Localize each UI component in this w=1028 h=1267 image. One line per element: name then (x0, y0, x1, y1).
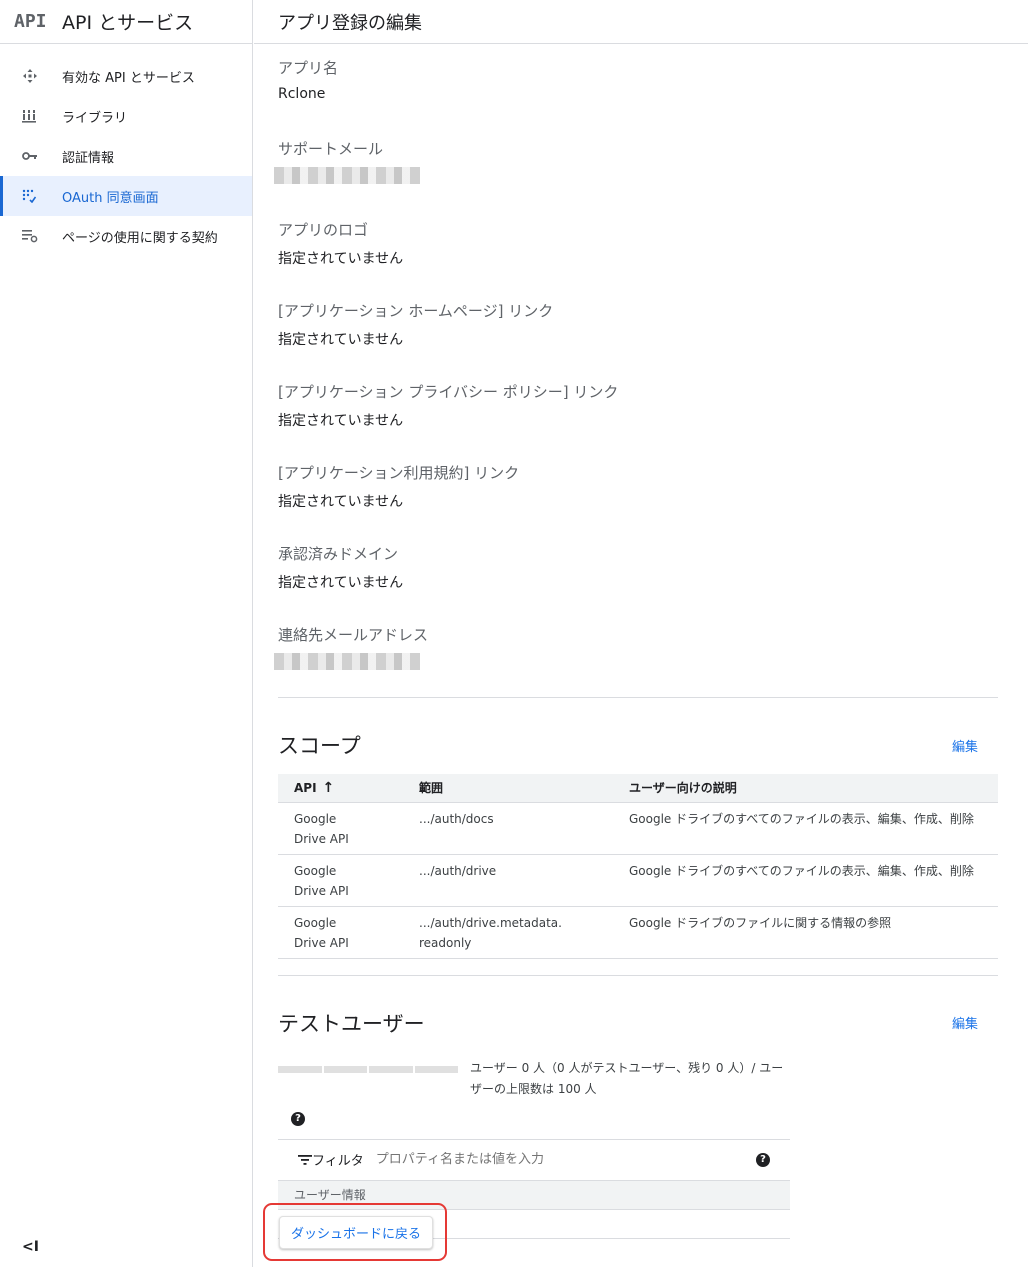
scope-value: .../auth/docs (403, 802, 613, 855)
field-value: Rclone (278, 86, 326, 102)
field-value: 指定されていません (278, 575, 404, 591)
test-users-header: テストユーザー 編集 (278, 1008, 998, 1038)
sidebar-item-label: ページの使用に関する契約 (62, 230, 218, 246)
scopes-edit-link[interactable]: 編集 (952, 736, 978, 755)
scope-description: Google ドライブのすべてのファイルの表示、編集、作成、削除 (613, 854, 998, 907)
redacted-email (274, 653, 420, 670)
apis-icon (22, 68, 62, 84)
sidebar-item-label: 認証情報 (62, 150, 115, 166)
sidebar-item-page-usage-agreements[interactable]: ページの使用に関する契約 (0, 216, 252, 256)
settings-list-icon (22, 229, 62, 243)
table-row: Google Drive API .../auth/drive.metadata… (278, 906, 998, 959)
scopes-table: API ↑ 範囲 ユーザー向けの説明 Google Drive API .../a… (278, 774, 998, 959)
app-registration-details: アプリ名 Rclone サポートメール アプリのロゴ 指定されていません [アプ… (254, 57, 1022, 1239)
library-icon (22, 109, 62, 123)
main-panel: アプリ登録の編集 アプリ名 Rclone サポートメール アプリのロゴ 指定され… (254, 0, 1028, 1267)
column-header-scope: 範囲 (403, 774, 613, 803)
scope-api: Google Drive API (278, 802, 403, 855)
sort-arrow-up-icon: ↑ (322, 779, 335, 796)
sidebar: API API とサービス 有効な API とサービス ライブラリ 認証情報 O… (0, 0, 253, 1267)
api-logo[interactable]: API (14, 11, 62, 32)
sidebar-nav: 有効な API とサービス ライブラリ 認証情報 OAuth 同意画面 ページの… (0, 44, 252, 256)
collapse-icon[interactable]: <I (22, 1239, 39, 1255)
filter-label: フィルタ (312, 1154, 364, 1169)
sidebar-item-enabled-apis[interactable]: 有効な API とサービス (0, 56, 252, 96)
user-count-text: ユーザー 0 人（0 人がテストユーザー、残り 0 人）/ ユーザーの上限数は … (470, 1060, 784, 1096)
back-button-highlight: ダッシュボードに戻る (263, 1203, 447, 1261)
filter-button[interactable]: フィルタ (298, 1150, 364, 1169)
scope-api: Google Drive API (278, 906, 403, 959)
field-value: 指定されていません (278, 332, 404, 348)
table-row: Google Drive API .../auth/docs Google ドラ… (278, 802, 998, 855)
sidebar-item-label: 有効な API とサービス (62, 70, 195, 86)
user-quota: ユーザー 0 人（0 人がテストユーザー、残り 0 人）/ ユーザーの上限数は … (278, 1058, 1022, 1100)
divider (278, 697, 998, 698)
scope-description: Google ドライブのファイルに関する情報の参照 (613, 906, 998, 959)
oauth-icon (22, 189, 62, 203)
user-quota-progress (278, 1065, 458, 1073)
test-users-title: テストユーザー (278, 1011, 425, 1036)
filter-input[interactable] (375, 1152, 736, 1167)
filter-icon (298, 1154, 312, 1165)
field-value: 指定されていません (278, 413, 404, 429)
page-title: アプリ登録の編集 (254, 0, 1028, 44)
field-value: 指定されていません (278, 494, 404, 510)
field-contact-email: 連絡先メールアドレス (274, 624, 1022, 673)
scope-api: Google Drive API (278, 854, 403, 907)
sidebar-item-label: ライブラリ (62, 110, 128, 126)
field-authorized-domains: 承認済みドメイン 指定されていません (278, 543, 1022, 592)
field-label: アプリのロゴ (278, 221, 369, 239)
scopes-header: スコープ 編集 (278, 730, 998, 760)
filter-help-icon[interactable]: ? (756, 1152, 770, 1167)
field-app-name: アプリ名 Rclone (278, 57, 1022, 106)
sidebar-item-oauth-consent[interactable]: OAuth 同意画面 (0, 176, 252, 216)
field-app-logo: アプリのロゴ 指定されていません (278, 219, 1022, 268)
help-icon[interactable]: ? (291, 1111, 305, 1126)
back-to-dashboard-button[interactable]: ダッシュボードに戻る (279, 1216, 433, 1249)
scope-value: .../auth/drive.metadata.readonly (403, 906, 613, 959)
field-label: [アプリケーション利用規約] リンク (278, 464, 520, 482)
column-header-api[interactable]: API ↑ (278, 774, 403, 803)
field-label: サポートメール (278, 140, 384, 158)
test-users-edit-link[interactable]: 編集 (952, 1013, 978, 1032)
redacted-email (274, 167, 420, 184)
field-label: [アプリケーション ホームページ] リンク (278, 302, 554, 320)
field-value: 指定されていません (278, 251, 404, 267)
divider (278, 974, 998, 976)
sidebar-header: API API とサービス (0, 0, 252, 44)
filter-bar: フィルタ ? (278, 1138, 790, 1181)
column-header-description: ユーザー向けの説明 (613, 774, 998, 803)
field-terms-link: [アプリケーション利用規約] リンク 指定されていません (278, 462, 1022, 511)
field-label: [アプリケーション プライバシー ポリシー] リンク (278, 383, 619, 401)
field-privacy-policy-link: [アプリケーション プライバシー ポリシー] リンク 指定されていません (278, 381, 1022, 430)
scope-value: .../auth/drive (403, 854, 613, 907)
scopes-title: スコープ (278, 734, 361, 758)
field-homepage-link: [アプリケーション ホームページ] リンク 指定されていません (278, 300, 1022, 349)
sidebar-item-label: OAuth 同意画面 (62, 190, 159, 206)
sidebar-title[interactable]: API とサービス (62, 8, 193, 35)
field-label: 承認済みドメイン (278, 545, 399, 563)
sidebar-item-credentials[interactable]: 認証情報 (0, 136, 252, 176)
field-label: 連絡先メールアドレス (278, 626, 429, 644)
table-row: Google Drive API .../auth/drive Google ド… (278, 854, 998, 907)
sidebar-item-library[interactable]: ライブラリ (0, 96, 252, 136)
scope-description: Google ドライブのすべてのファイルの表示、編集、作成、削除 (613, 802, 998, 855)
field-support-email: サポートメール (274, 138, 1022, 187)
field-label: アプリ名 (278, 59, 339, 77)
key-icon (22, 151, 62, 161)
